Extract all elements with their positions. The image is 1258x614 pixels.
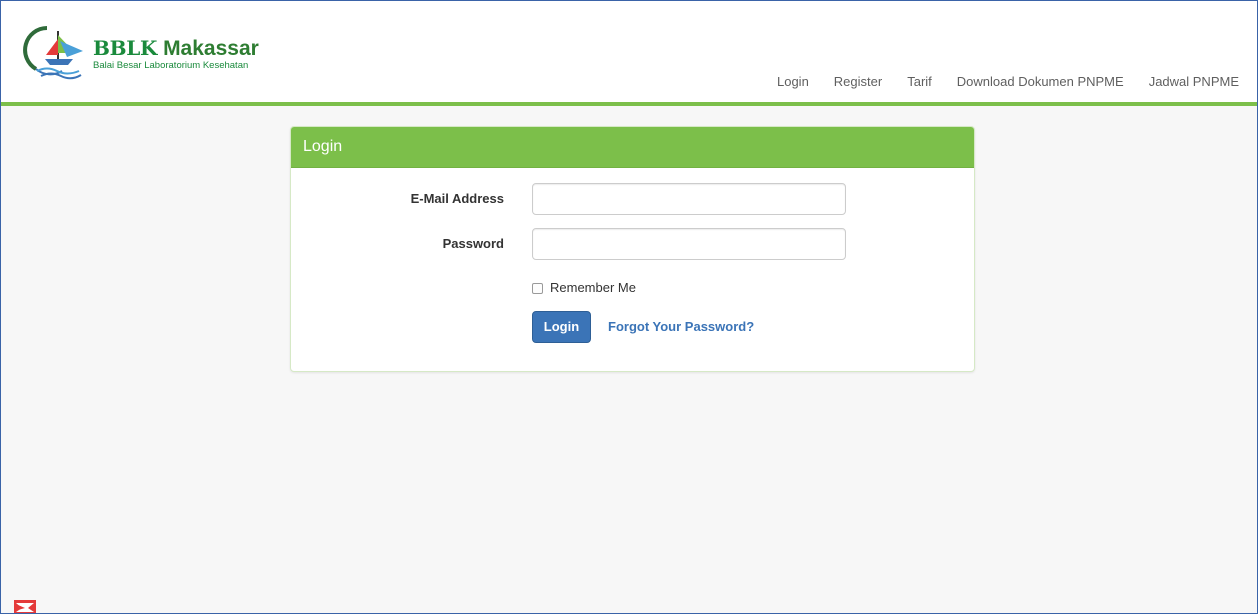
bblk-logo-icon: [23, 26, 83, 80]
browser-viewport: BBLK Makassar Balai Besar Laboratorium K…: [0, 0, 1258, 614]
login-button[interactable]: Login: [532, 311, 591, 343]
email-row: E-Mail Address: [291, 183, 974, 215]
app-corner-icon[interactable]: [14, 600, 36, 614]
nav-link-tarif[interactable]: Tarif: [907, 73, 932, 91]
email-field[interactable]: [532, 183, 846, 215]
brand-title: BBLK Makassar: [93, 36, 259, 60]
nav-link-download-dokumen[interactable]: Download Dokumen PNPME: [957, 73, 1124, 91]
login-panel-heading: Login: [291, 127, 974, 168]
email-label: E-Mail Address: [410, 191, 504, 206]
brand-text: BBLK Makassar Balai Besar Laboratorium K…: [93, 37, 259, 71]
nav-links: Login Register Tarif Download Dokumen PN…: [777, 73, 1239, 91]
brand-subtitle: Balai Besar Laboratorium Kesehatan: [93, 60, 249, 71]
brand-logo-link[interactable]: BBLK Makassar Balai Besar Laboratorium K…: [23, 23, 259, 81]
nav-link-login[interactable]: Login: [777, 73, 809, 91]
remember-me-label[interactable]: Remember Me: [550, 279, 636, 297]
nav-link-register[interactable]: Register: [834, 73, 882, 91]
remember-me[interactable]: Remember Me: [532, 279, 636, 297]
remember-me-checkbox[interactable]: [532, 282, 543, 294]
login-panel: Login E-Mail Address Password Remember M…: [290, 126, 975, 372]
brand-title-bold: BBLK: [93, 36, 158, 60]
top-navbar: BBLK Makassar Balai Besar Laboratorium K…: [1, 1, 1257, 106]
forgot-password-link[interactable]: Forgot Your Password?: [608, 319, 754, 335]
password-row: Password: [291, 228, 974, 260]
nav-link-jadwal[interactable]: Jadwal PNPME: [1149, 73, 1239, 91]
brand-title-rest: Makassar: [163, 37, 259, 60]
password-field[interactable]: [532, 228, 846, 260]
password-label: Password: [442, 236, 504, 251]
